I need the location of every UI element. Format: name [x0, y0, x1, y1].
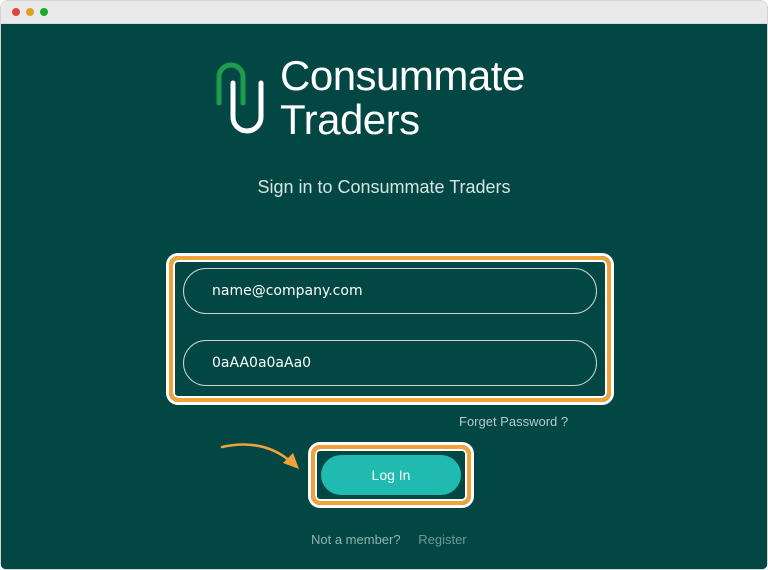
brand-wordmark: Consummate Traders: [280, 54, 525, 142]
email-field[interactable]: [183, 268, 597, 314]
signin-title: Sign in to Consummate Traders: [257, 177, 511, 197]
close-window-button[interactable]: [12, 8, 20, 16]
brand-logo-icon: [216, 62, 264, 134]
app-window: Consummate Traders Sign in to Consummate…: [0, 0, 768, 570]
brand-name-line1: Consummate: [280, 52, 525, 99]
login-page: Consummate Traders Sign in to Consummate…: [1, 24, 767, 569]
register-link[interactable]: Register: [418, 532, 466, 547]
window-titlebar: [1, 1, 767, 24]
register-prompt: Not a member? Register: [311, 532, 467, 547]
not-member-text: Not a member?: [311, 532, 401, 547]
password-field[interactable]: [183, 340, 597, 386]
pointer-arrow-icon: [220, 443, 299, 469]
login-button[interactable]: Log In: [321, 455, 461, 495]
minimize-window-button[interactable]: [26, 8, 34, 16]
forget-password-link[interactable]: Forget Password ?: [459, 414, 568, 429]
brand-name-line2: Traders: [280, 96, 420, 143]
maximize-window-button[interactable]: [40, 8, 48, 16]
